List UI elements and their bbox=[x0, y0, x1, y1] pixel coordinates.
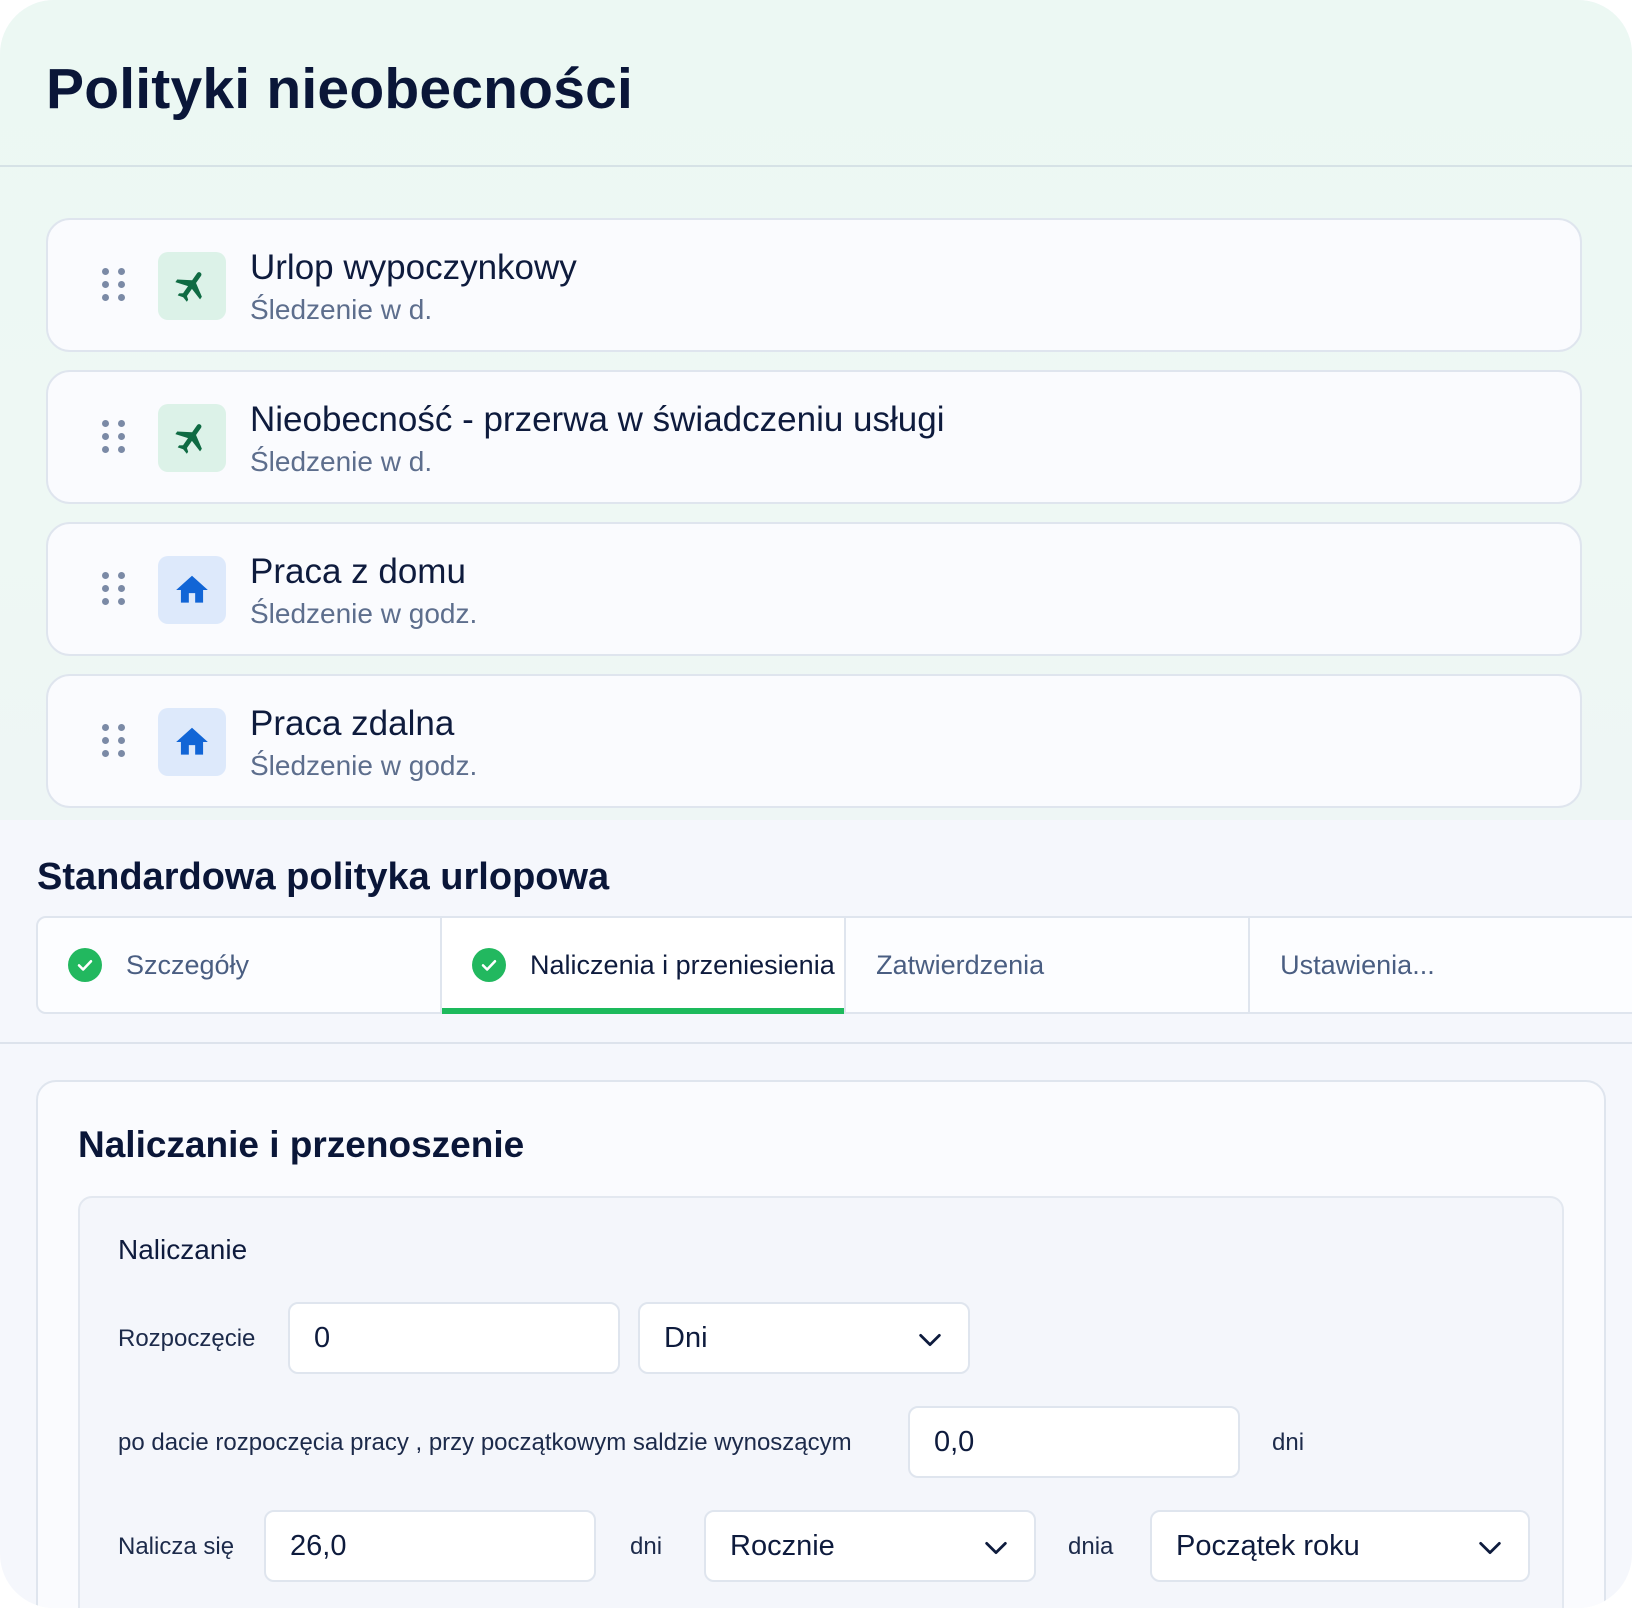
airplane-icon bbox=[158, 404, 226, 472]
tab-label: Naliczenia i przeniesienia bbox=[530, 949, 835, 980]
accrual-title: Naliczanie bbox=[118, 1234, 248, 1265]
start-value-input[interactable]: 0 bbox=[288, 1302, 620, 1374]
policy-editor-title: Standardowa polityka urlopowa bbox=[37, 856, 610, 898]
start-unit-select[interactable]: Dni bbox=[638, 1302, 970, 1374]
policy-name: Urlop wypoczynkowy bbox=[250, 248, 577, 287]
accrues-label: Nalicza się bbox=[118, 1533, 235, 1560]
page-title: Polityki nieobecności bbox=[46, 57, 634, 121]
tab-szczegoly[interactable]: Szczegóły bbox=[38, 918, 443, 1012]
app-frame: Polityki nieobecności Urlop wypoczynkowy… bbox=[0, 0, 1632, 1608]
policy-card-urlop-wypoczynkowy[interactable]: Urlop wypoczynkowy Śledzenie w d. bbox=[46, 218, 1582, 352]
initial-balance: 0,0 bbox=[934, 1425, 975, 1458]
policy-card-nieobecnosc[interactable]: Nieobecność - przerwa w świadczeniu usłu… bbox=[46, 370, 1582, 504]
divider bbox=[0, 1042, 1632, 1044]
home-icon bbox=[158, 708, 226, 776]
drag-handle-icon[interactable] bbox=[102, 724, 128, 760]
day-select[interactable]: Początek roku bbox=[1150, 1510, 1530, 1582]
start-label: Rozpoczęcie bbox=[118, 1325, 256, 1352]
divider bbox=[0, 165, 1632, 167]
chevron-down-icon bbox=[1479, 1541, 1501, 1555]
chevron-down-icon bbox=[985, 1541, 1007, 1555]
frequency-value: Rocznie bbox=[730, 1529, 835, 1562]
accrual-section: Naliczanie Rozpoczęcie 0 Dni po dacie ro… bbox=[78, 1196, 1564, 1608]
tab-label: Ustawienia... bbox=[1280, 949, 1435, 980]
day-label: dnia bbox=[1068, 1533, 1114, 1560]
policy-tracking: Śledzenie w godz. bbox=[250, 750, 478, 781]
initial-balance-unit: dni bbox=[1272, 1429, 1305, 1456]
drag-handle-icon[interactable] bbox=[102, 420, 128, 456]
accrues-unit: dni bbox=[630, 1533, 663, 1560]
tab-naliczenia[interactable]: Naliczenia i przeniesienia bbox=[442, 918, 847, 1014]
accrues-value-input[interactable]: 26,0 bbox=[264, 1510, 596, 1582]
tab-ustawienia[interactable]: Ustawienia... bbox=[1250, 918, 1632, 1012]
policy-card-praca-zdalna[interactable]: Praca zdalna Śledzenie w godz. bbox=[46, 674, 1582, 808]
tab-zatwierdzenia[interactable]: Zatwierdzenia bbox=[846, 918, 1251, 1012]
check-circle-icon bbox=[68, 948, 102, 982]
tab-label: Szczegóły bbox=[126, 949, 250, 980]
policy-tracking: Śledzenie w d. bbox=[250, 294, 433, 325]
accrues-value: 26,0 bbox=[290, 1529, 347, 1562]
panel-title: Naliczanie i przenoszenie bbox=[78, 1124, 525, 1165]
policy-name: Nieobecność - przerwa w świadczeniu usłu… bbox=[250, 400, 945, 439]
airplane-icon bbox=[158, 252, 226, 320]
drag-handle-icon[interactable] bbox=[102, 268, 128, 304]
absence-policies-section: Polityki nieobecności Urlop wypoczynkowy… bbox=[0, 0, 1632, 820]
policy-name: Praca z domu bbox=[250, 552, 466, 591]
policy-tracking: Śledzenie w d. bbox=[250, 446, 433, 477]
policy-name: Praca zdalna bbox=[250, 704, 455, 743]
chevron-down-icon bbox=[919, 1333, 941, 1347]
check-circle-icon bbox=[472, 948, 507, 982]
policy-tracking: Śledzenie w godz. bbox=[250, 598, 478, 629]
initial-balance-input[interactable]: 0,0 bbox=[908, 1406, 1240, 1478]
after-start-text: po dacie rozpoczęcia pracy , przy począt… bbox=[118, 1429, 852, 1456]
drag-handle-icon[interactable] bbox=[102, 572, 128, 608]
policy-tabs: Szczegóły Naliczenia i przeniesienia Zat… bbox=[36, 916, 1632, 1014]
policy-card-praca-z-domu[interactable]: Praca z domu Śledzenie w godz. bbox=[46, 522, 1582, 656]
tab-label: Zatwierdzenia bbox=[876, 949, 1045, 980]
start-unit: Dni bbox=[664, 1321, 708, 1354]
accrual-carryover-panel: Naliczanie i przenoszenie Naliczanie Roz… bbox=[36, 1080, 1606, 1608]
day-value: Początek roku bbox=[1176, 1529, 1360, 1562]
home-icon bbox=[158, 556, 226, 624]
start-value: 0 bbox=[314, 1321, 331, 1354]
frequency-select[interactable]: Rocznie bbox=[704, 1510, 1036, 1582]
